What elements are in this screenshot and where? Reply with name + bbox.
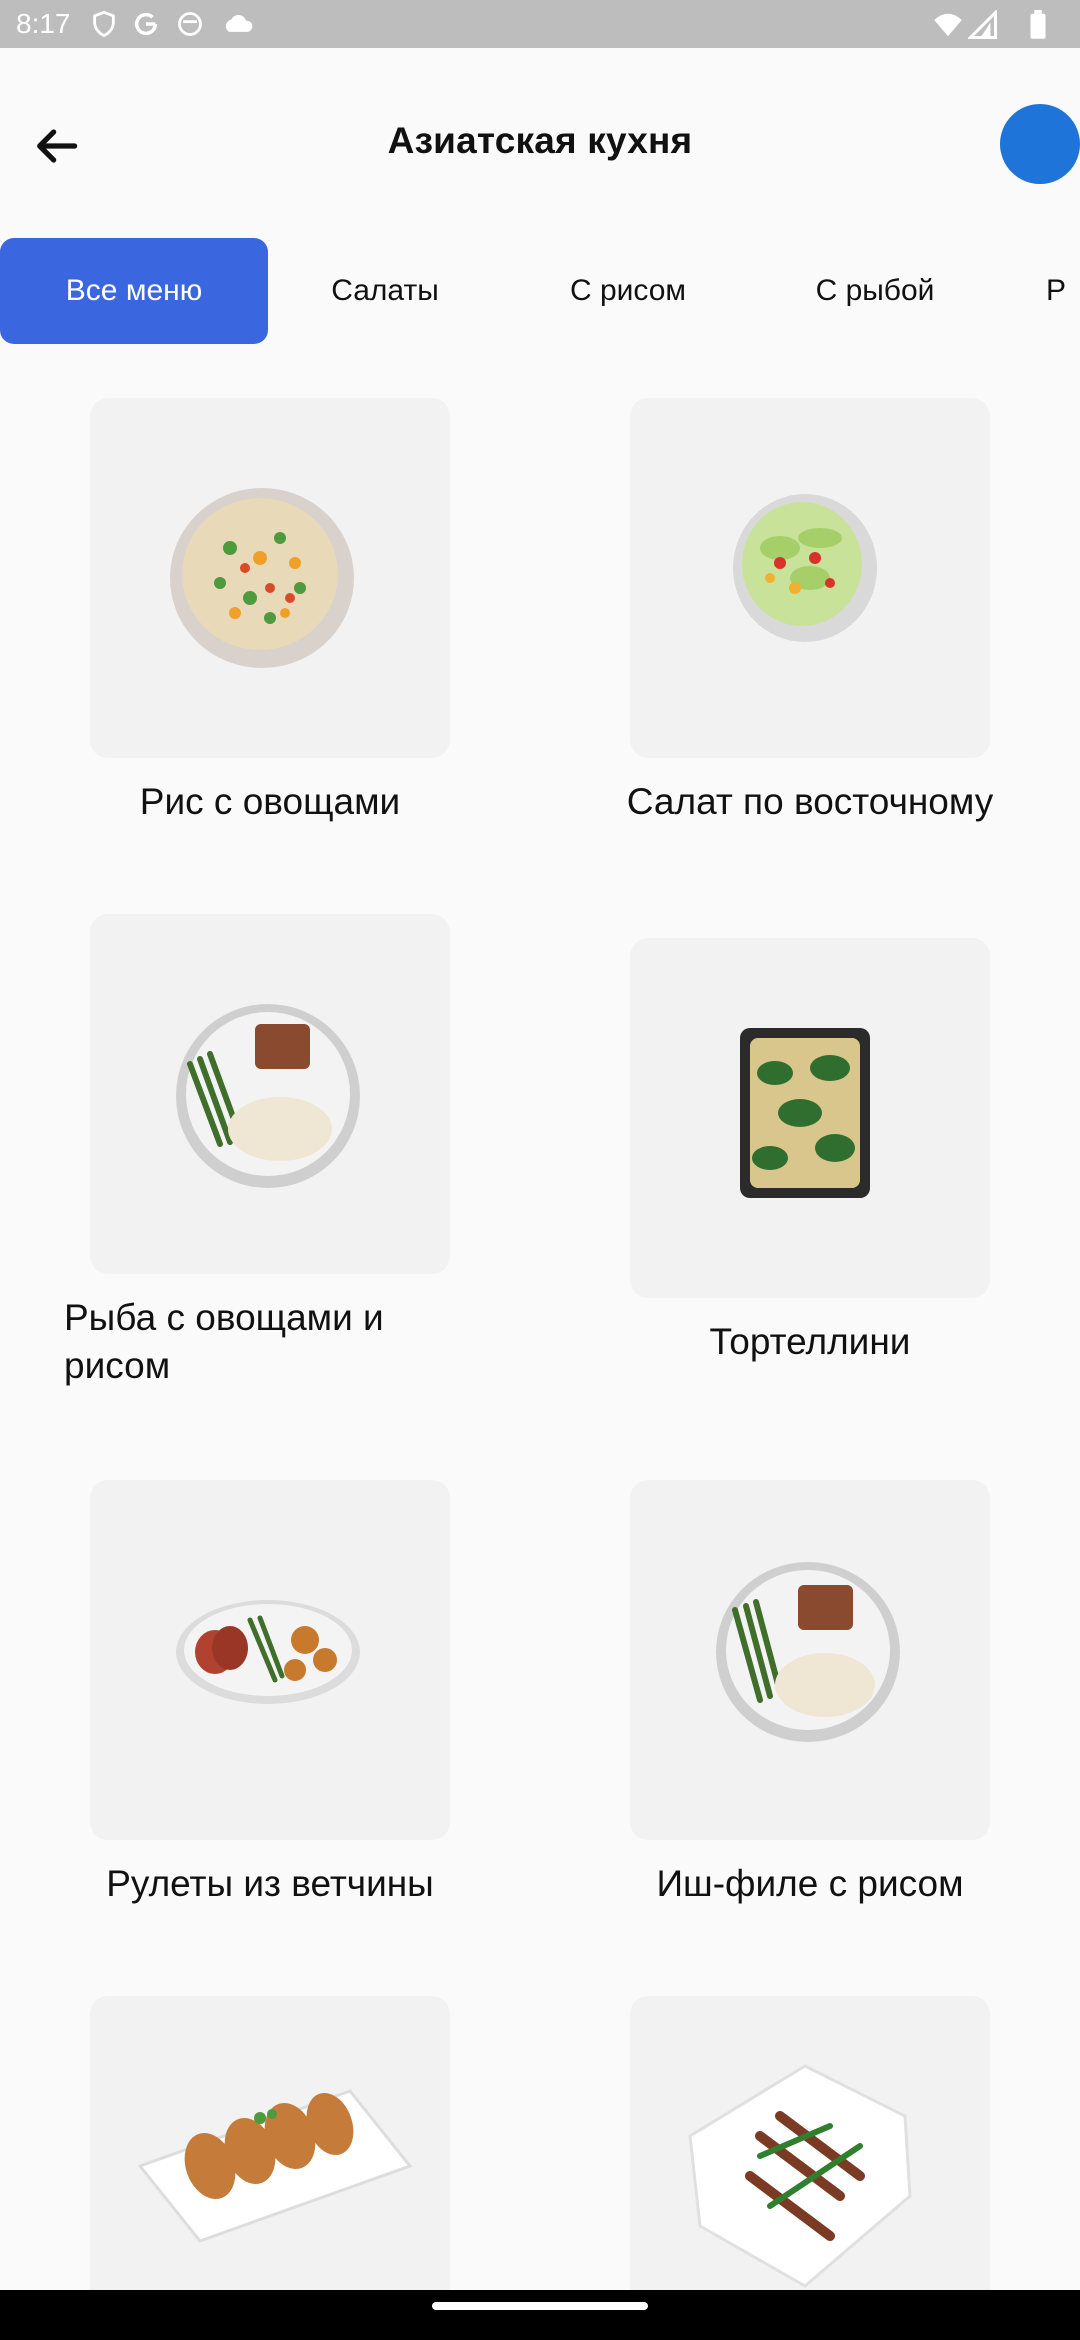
dish-image: [90, 398, 450, 758]
dish-card[interactable]: [540, 1996, 1080, 2290]
page-title: Азиатская кухня: [387, 120, 693, 161]
app-icon: [178, 12, 202, 36]
cellular-icon: [968, 10, 997, 39]
dish-name: Рыба с овощами и рисом: [64, 1297, 384, 1386]
tab-all-menu[interactable]: Все меню: [0, 238, 268, 344]
dish-name: Иш-филе с рисом: [656, 1863, 964, 1904]
dish-image: [90, 1480, 450, 1840]
fish-rice-icon: [176, 1004, 360, 1188]
tab-salads[interactable]: Салаты: [300, 238, 470, 344]
salad-icon: [733, 494, 877, 642]
tab-with-fish[interactable]: С рыбой: [790, 238, 960, 344]
dish-name: Рулеты из ветчины: [106, 1863, 434, 1904]
dish-card[interactable]: Тортеллини: [540, 938, 1080, 1378]
home-handle[interactable]: [432, 2302, 648, 2310]
tab-with-rice[interactable]: С рисом: [540, 238, 716, 344]
dish-image: [630, 938, 990, 1298]
tab-more[interactable]: Р: [1046, 238, 1080, 344]
dish-image: [630, 398, 990, 758]
dish-card[interactable]: Рис с овощами: [0, 398, 540, 838]
dish-image: [630, 1480, 990, 1840]
dish-image: [90, 1996, 450, 2290]
battery-icon: [1030, 10, 1046, 39]
rice-vegetables-icon: [170, 488, 354, 668]
dish-card[interactable]: Иш-филе с рисом: [540, 1480, 1080, 1920]
fried-chicken-icon: [137, 2089, 413, 2243]
dish-card[interactable]: Рулеты из ветчины: [0, 1480, 540, 1920]
tortellini-icon: [740, 1028, 870, 1198]
stir-fry-icon: [688, 2064, 912, 2288]
dish-image: [630, 1996, 990, 2290]
dish-name: Рис с овощами: [139, 781, 401, 822]
status-time: 8:17: [16, 8, 71, 39]
dish-image: [90, 914, 450, 1274]
dish-card[interactable]: Рыба с овощами и рисом: [0, 914, 540, 1414]
system-nav-bar: [0, 2290, 1080, 2340]
wifi-icon: [934, 13, 962, 37]
dish-name: Салат по восточному: [626, 781, 994, 822]
avatar[interactable]: [1000, 104, 1080, 184]
status-bar: 8:17: [0, 0, 1080, 48]
google-icon: [134, 12, 158, 36]
fish-fillet-rice-icon: [716, 1562, 900, 1742]
dish-name: Тортеллини: [709, 1321, 911, 1362]
shield-icon: [93, 10, 115, 38]
ham-rolls-icon: [176, 1600, 360, 1704]
app-bar: Азиатская кухня: [0, 48, 1080, 238]
dish-card[interactable]: Салат по восточному: [540, 398, 1080, 838]
dish-card[interactable]: [0, 1996, 540, 2290]
category-tabs: Все меню Салаты С рисом С рыбой Р: [0, 238, 1080, 344]
cloud-icon: [225, 14, 253, 32]
